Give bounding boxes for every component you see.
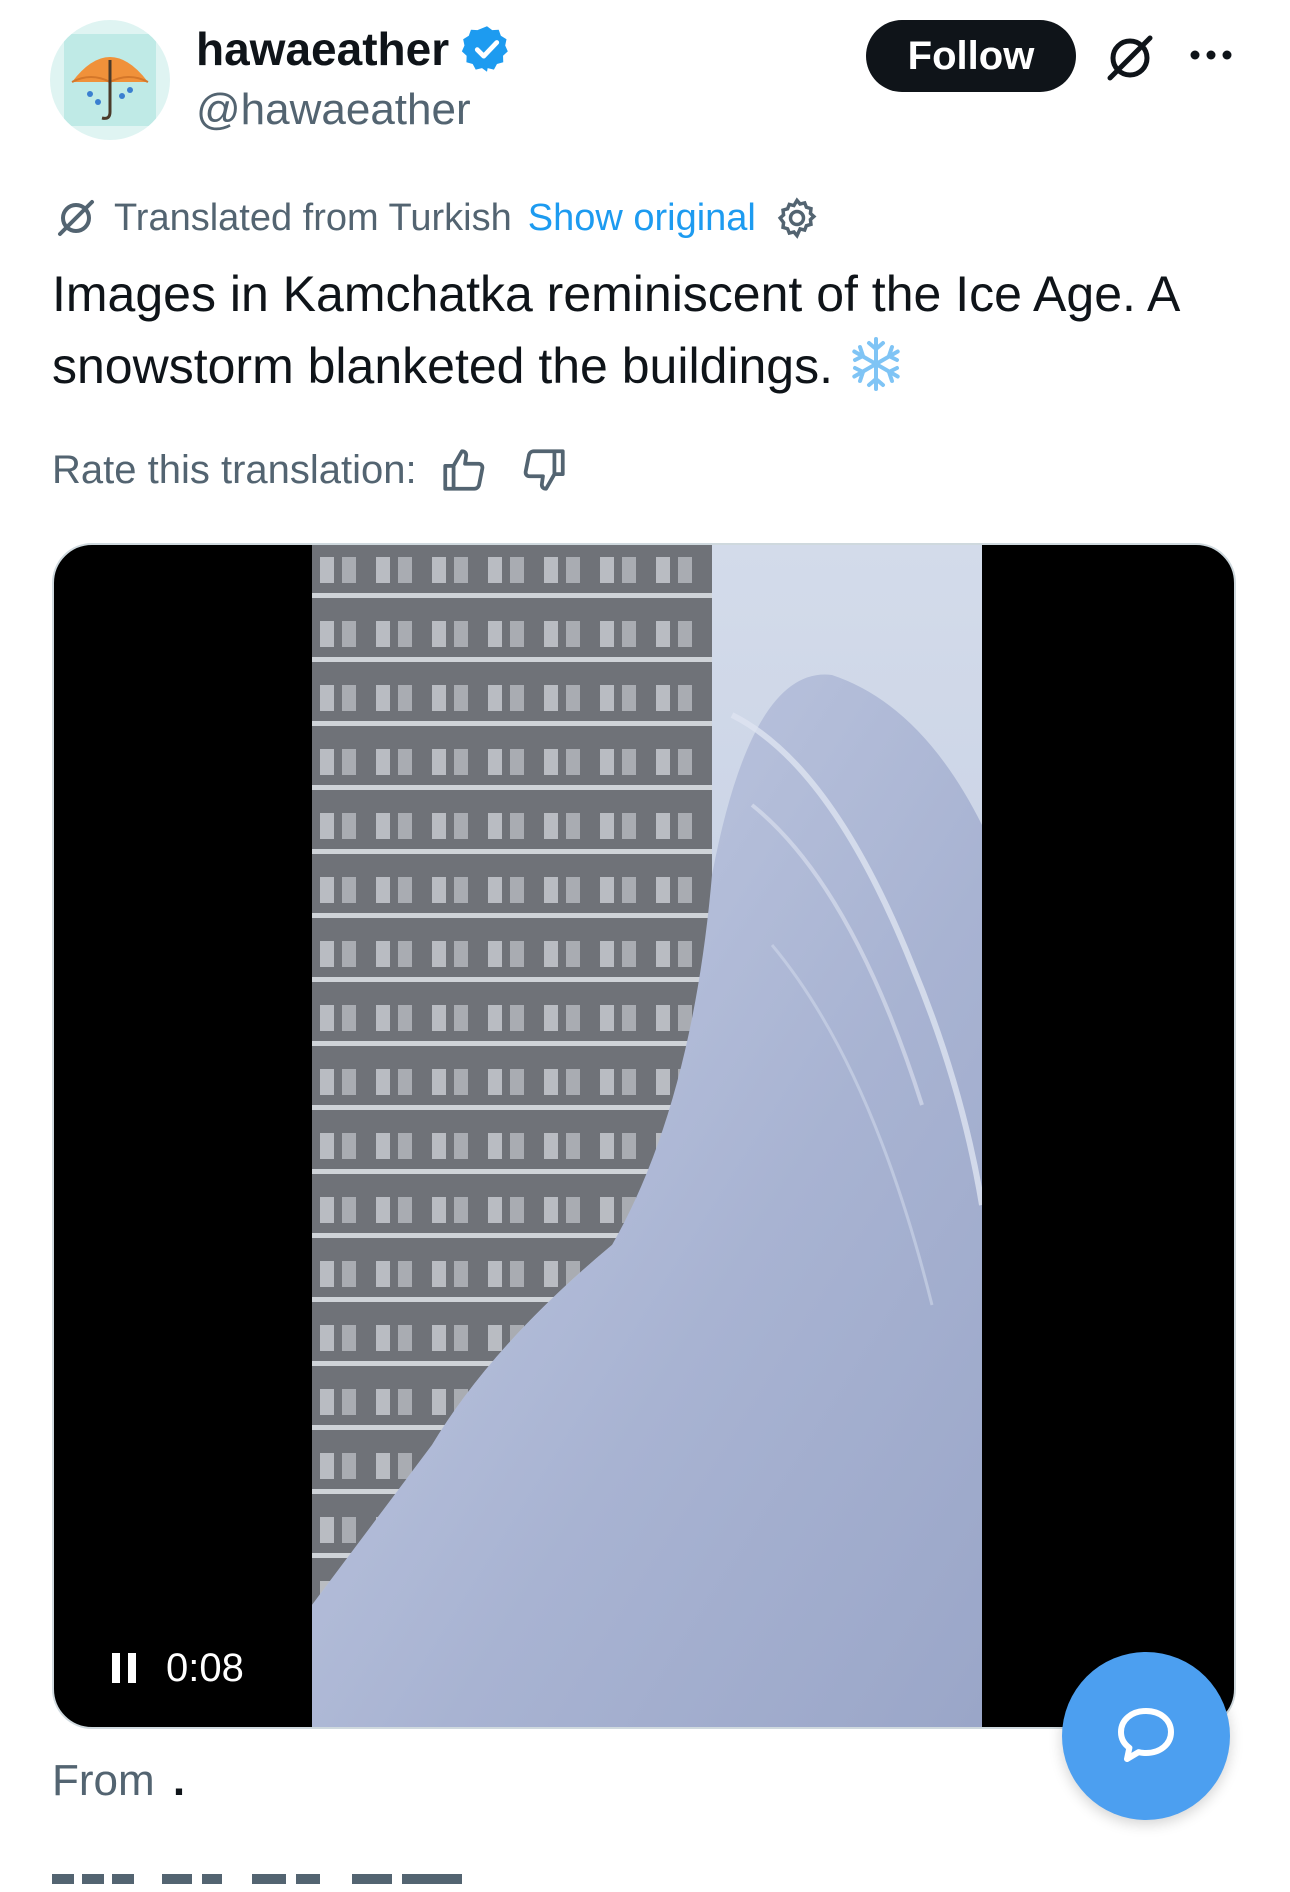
pause-button[interactable]: 0:08 (108, 1645, 244, 1691)
reply-button[interactable] (1062, 1652, 1230, 1820)
from-label: From (52, 1756, 155, 1805)
author-name-row[interactable]: hawaeather (196, 22, 513, 76)
umbrella-avatar-icon (64, 34, 156, 126)
author-handle[interactable]: @hawaeather (196, 84, 471, 136)
gear-icon[interactable] (774, 195, 820, 241)
video-frame[interactable] (312, 545, 982, 1727)
rate-translation-row: Rate this translation: (52, 440, 569, 500)
tweet-text: Images in Kamchatka reminiscent of the I… (52, 258, 1252, 402)
tweet-body: Images in Kamchatka reminiscent of the I… (52, 266, 1178, 394)
show-original-link[interactable]: Show original (528, 197, 756, 240)
grok-icon[interactable] (1100, 28, 1160, 88)
cut-off-text-fragment (52, 1874, 462, 1884)
video-timestamp: 0:08 (166, 1645, 244, 1690)
translation-row: Translated from Turkish Show original (52, 190, 820, 246)
snowflake-icon (852, 337, 900, 391)
translate-icon (58, 200, 94, 236)
thumbs-down-icon[interactable] (519, 445, 569, 495)
pause-icon (112, 1653, 136, 1683)
rate-label: Rate this translation: (52, 447, 417, 492)
verified-badge-icon (461, 26, 508, 72)
tweet-timestamp-partial (52, 1862, 522, 1892)
video-player[interactable]: 0:08 (52, 543, 1236, 1729)
from-value[interactable]: . (173, 1756, 185, 1805)
video-still-image (312, 545, 982, 1727)
thumbs-up-icon[interactable] (439, 445, 489, 495)
display-name[interactable]: hawaeather (196, 22, 449, 76)
follow-button[interactable]: Follow (866, 20, 1076, 92)
translated-label: Translated from Turkish (114, 196, 512, 239)
from-row: From . (52, 1756, 185, 1806)
more-icon[interactable] (1182, 26, 1240, 84)
chat-bubble-icon (1118, 1708, 1174, 1762)
avatar[interactable] (50, 20, 170, 140)
